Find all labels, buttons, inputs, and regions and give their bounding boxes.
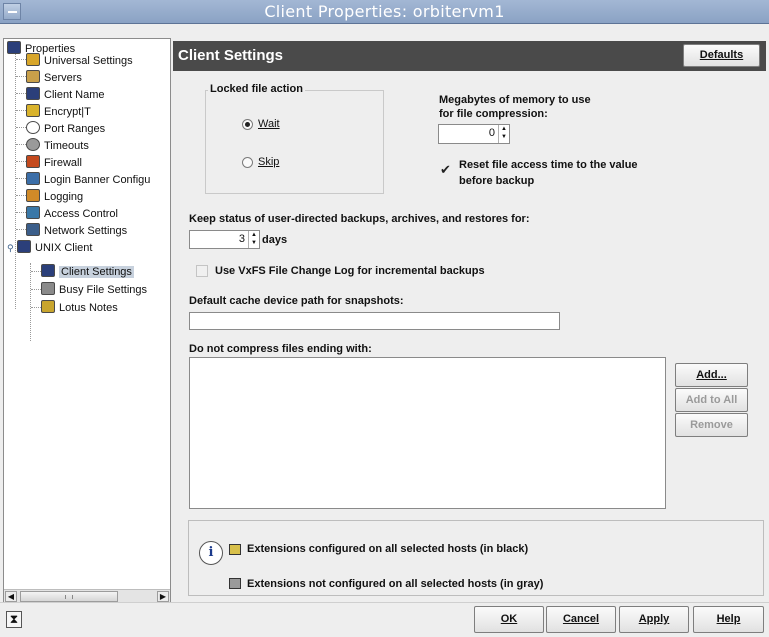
apply-button[interactable]: Apply [619,606,689,633]
universal-settings-icon [26,53,40,66]
lock-icon [26,104,40,117]
tree-item-unix-client[interactable]: ⚲ UNIX Client [7,239,92,255]
not-configured-extension-icon [229,578,241,589]
title-bar: Client Properties: orbitervm1 [0,0,769,24]
unix-client-icon [17,240,31,253]
cancel-button[interactable]: Cancel [546,606,616,633]
tree-horizontal-scrollbar[interactable]: ◀ ▶ [4,589,170,603]
client-name-icon [26,87,40,100]
remove-button[interactable]: Remove [675,413,748,437]
tree-item-login-banner[interactable]: Login Banner Configu [26,171,150,187]
scroll-left-arrow-icon[interactable]: ◀ [5,591,17,602]
tree-connector [15,51,16,309]
info-icon: i [199,541,223,565]
tree-connector [16,93,26,94]
legend-configured-text: Extensions configured on all selected ho… [247,543,529,555]
spinner-arrows-icon[interactable]: ▲ ▼ [498,125,509,143]
tree-connector [16,144,26,145]
skip-radio-label[interactable]: Skip [258,156,279,168]
spinner-arrows-icon[interactable]: ▲ ▼ [248,231,259,248]
wait-radio-label[interactable]: Wait [258,118,280,130]
memory-spinner[interactable]: 0 ▲ ▼ [438,124,510,144]
port-ranges-icon [26,121,40,134]
tree-connector [30,263,31,341]
tree-item-universal-settings[interactable]: Universal Settings [26,52,133,68]
busy-file-icon [41,282,55,295]
wait-radio[interactable] [242,119,253,130]
tree-connector [16,195,26,196]
ok-button[interactable]: OK [474,606,544,633]
skip-radio[interactable] [242,157,253,168]
tree-item-servers[interactable]: Servers [26,69,82,85]
reset-access-label-line2: before backup [459,175,535,187]
defaults-button[interactable]: Defaults [683,44,760,67]
panel-title: Client Settings [178,47,284,64]
window-title: Client Properties: orbitervm1 [264,2,505,21]
client-settings-icon [41,264,55,277]
memory-label-line2: for file compression: [439,108,548,120]
tree-item-firewall[interactable]: Firewall [26,154,82,170]
help-button[interactable]: Help [693,606,764,633]
tree-item-timeouts[interactable]: Timeouts [26,137,89,153]
tree-item-client-settings[interactable]: Client Settings [41,263,134,279]
tree-item-port-ranges[interactable]: Port Ranges [26,120,105,136]
keep-status-spinner[interactable]: 3 ▲ ▼ [189,230,260,249]
reset-access-label-line1: Reset file access time to the value [459,159,638,171]
no-compress-list[interactable] [189,357,666,509]
collapse-handle-icon[interactable]: ⚲ [7,241,17,257]
memory-value[interactable]: 0 [489,127,495,139]
tree-connector [16,59,26,60]
tree-item-logging[interactable]: Logging [26,188,83,204]
tree-connector [31,289,41,290]
vxfs-checkbox[interactable] [196,265,208,277]
access-control-icon [26,206,40,219]
properties-tree[interactable]: Properties Universal Settings Servers Cl… [3,38,171,604]
configured-extension-icon [229,544,241,555]
keep-status-value[interactable]: 3 [239,233,245,245]
tree-connector [16,127,26,128]
extensions-legend-box: i Extensions configured on all selected … [188,520,764,596]
clock-icon [26,138,40,151]
tree-connector [16,178,26,179]
tree-connector [31,307,41,308]
computer-icon [7,41,21,54]
no-compress-label: Do not compress files ending with: [189,343,372,355]
keep-status-label: Keep status of user-directed backups, ar… [189,213,530,225]
tree-item-lotus-notes[interactable]: Lotus Notes [41,299,118,315]
logging-icon [26,189,40,202]
lotus-notes-icon [41,300,55,313]
tree-item-network-settings[interactable]: Network Settings [26,222,127,238]
hourglass-icon: ⧗ [6,611,22,628]
cache-path-label: Default cache device path for snapshots: [189,295,404,307]
network-settings-icon [26,223,40,236]
tree-connector [16,161,26,162]
tree-item-access-control[interactable]: Access Control [26,205,118,221]
dialog-button-bar: ⧗ OK Cancel Apply Help [0,602,769,637]
keep-status-unit: days [262,234,288,246]
tree-item-busy-file-settings[interactable]: Busy File Settings [41,281,147,297]
firewall-icon [26,155,40,168]
add-button[interactable]: Add... [675,363,748,387]
locked-file-group [205,90,384,194]
vxfs-label: Use VxFS File Change Log for incremental… [215,265,485,277]
scroll-thumb[interactable] [20,591,118,602]
tree-connector [16,76,26,77]
login-banner-icon [26,172,40,185]
locked-file-legend: Locked file action [208,83,305,95]
panel-header: Client Settings Defaults [173,41,766,71]
cache-path-input[interactable] [189,312,560,330]
tree-connector [16,229,26,230]
scroll-right-arrow-icon[interactable]: ▶ [157,591,169,602]
servers-icon [26,70,40,83]
tree-connector [16,212,26,213]
reset-access-checkbox[interactable] [440,163,452,178]
add-to-all-button[interactable]: Add to All [675,388,748,412]
memory-label-line1: Megabytes of memory to use [439,94,591,106]
tree-connector [31,271,41,272]
legend-not-configured-text: Extensions not configured on all selecte… [247,578,544,590]
tree-connector [16,110,26,111]
tree-item-client-name[interactable]: Client Name [26,86,105,102]
tree-item-encrypt[interactable]: Encrypt|T [26,103,91,119]
